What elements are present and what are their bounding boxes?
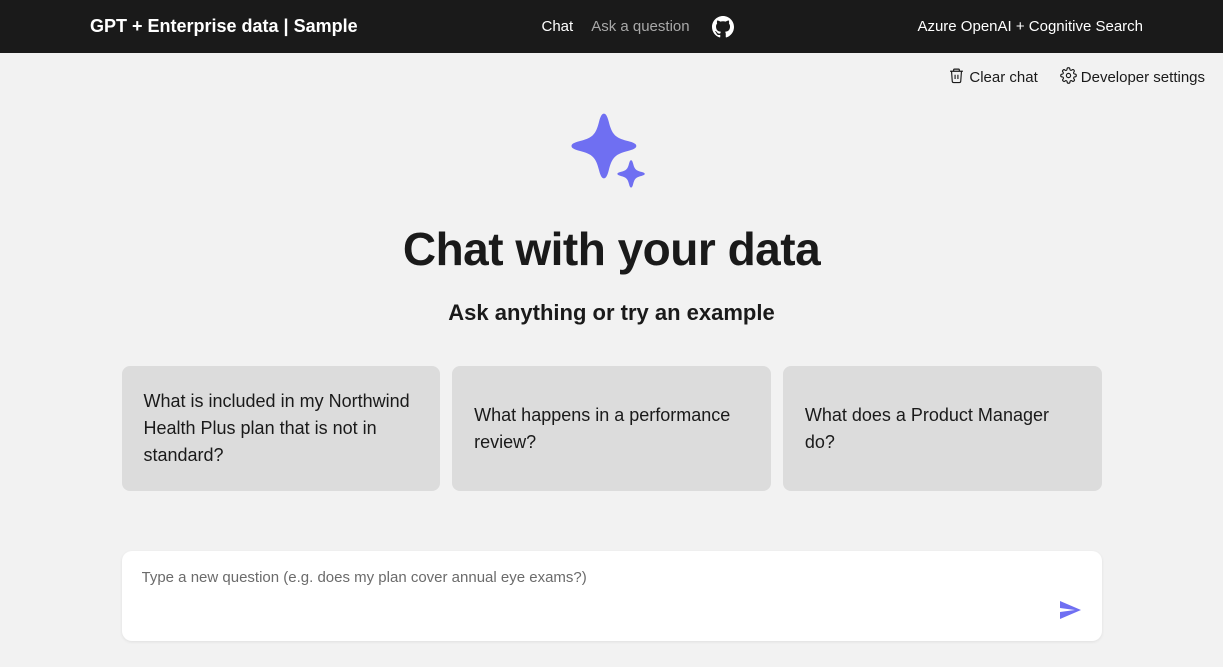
main-content: Chat with your data Ask anything or try … — [0, 88, 1223, 641]
clear-chat-button[interactable]: Clear chat — [948, 67, 1037, 88]
developer-settings-label: Developer settings — [1081, 69, 1205, 86]
page-subtitle: Ask anything or try an example — [448, 300, 774, 326]
clear-chat-label: Clear chat — [969, 69, 1037, 86]
chat-input-container — [122, 551, 1102, 641]
github-icon[interactable] — [712, 16, 734, 38]
toolbar: Clear chat Developer settings — [0, 53, 1223, 88]
header-nav: Chat Ask a question — [358, 16, 918, 38]
sparkle-icon — [567, 110, 657, 200]
header-right-text: Azure OpenAI + Cognitive Search — [917, 18, 1203, 35]
send-button[interactable] — [1058, 598, 1082, 627]
trash-icon — [948, 67, 965, 88]
example-card-1[interactable]: What is included in my Northwind Health … — [122, 366, 441, 491]
page-title: Chat with your data — [403, 222, 820, 276]
nav-ask-question[interactable]: Ask a question — [591, 18, 689, 35]
developer-settings-button[interactable]: Developer settings — [1060, 67, 1205, 88]
app-title: GPT + Enterprise data | Sample — [90, 16, 358, 37]
app-header: GPT + Enterprise data | Sample Chat Ask … — [0, 0, 1223, 53]
example-card-3[interactable]: What does a Product Manager do? — [783, 366, 1102, 491]
nav-chat[interactable]: Chat — [542, 18, 574, 35]
example-cards: What is included in my Northwind Health … — [122, 366, 1102, 491]
example-card-2[interactable]: What happens in a performance review? — [452, 366, 771, 491]
send-icon — [1058, 610, 1082, 625]
chat-input[interactable] — [142, 565, 1058, 586]
gear-icon — [1060, 67, 1077, 88]
